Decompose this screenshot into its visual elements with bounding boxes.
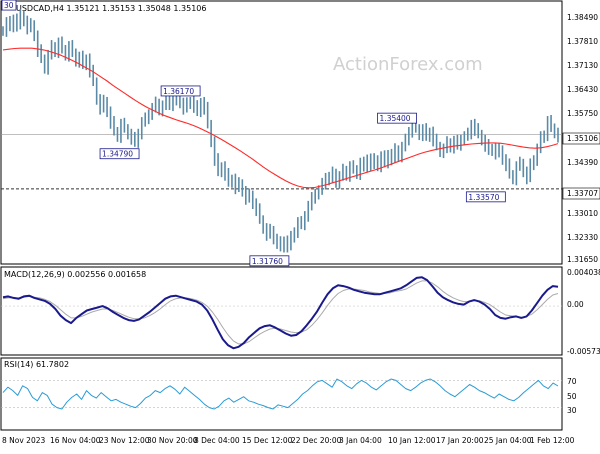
time-tick-label: 30 Nov 20:00 [147, 436, 198, 445]
price-tick-label: 1.37130 [567, 61, 598, 70]
macd-tick-label: -0.005737 [567, 347, 600, 356]
price-tick-label: 1.34390 [567, 158, 598, 167]
macd-y-axis: 0.004038 0.00 -0.005737 [567, 268, 600, 356]
watermark-text: ActionForex.com [333, 54, 483, 75]
annotation-label: 1.34790 [102, 150, 133, 159]
rsi-panel-label: RSI(14) 61.7802 [4, 360, 69, 369]
rsi-y-axis: 70 50 30 [567, 377, 577, 415]
time-tick-label: 3 Jan 04:00 [339, 436, 382, 445]
annotation-label: 1.36170 [163, 87, 194, 96]
forex-chart-window: ActionForex.com USDCAD,H4 1.35121 1.3515… [0, 0, 600, 450]
time-tick-label: 8 Nov 2023 [2, 436, 45, 445]
rsi-tick-label: 70 [567, 377, 577, 386]
time-tick-label: 10 Jan 12:00 [388, 436, 436, 445]
macd-panel-label: MACD(12,26,9) 0.002556 0.001658 [4, 270, 146, 279]
time-tick-label: 1 Feb 12:00 [530, 436, 575, 445]
time-tick-label: 22 Dec 20:00 [291, 436, 342, 445]
price-tick-label: 1.35750 [567, 109, 598, 118]
current-price-label: 1.35106 [567, 134, 598, 143]
support-price-label: 1.33707 [567, 189, 598, 198]
time-tick-label: 17 Jan 20:00 [436, 436, 484, 445]
time-tick-label: 16 Nov 04:00 [50, 436, 101, 445]
price-tick-label: 1.36430 [567, 85, 598, 94]
price-y-axis: 1.38490 1.37810 1.37130 1.36430 1.35750 … [562, 13, 600, 264]
annotation-label: 1.31760 [252, 257, 283, 266]
price-tick-label: 1.31650 [567, 255, 598, 264]
rsi-tick-label: 50 [567, 392, 577, 401]
macd-tick-label: 0.004038 [567, 268, 600, 277]
price-tick-label: 1.32330 [567, 233, 598, 242]
time-tick-label: 8 Dec 04:00 [194, 436, 240, 445]
annotation-label: 1.33570 [468, 193, 499, 202]
price-tick-label: 1.33010 [567, 209, 598, 218]
price-panel-title: USDCAD,H4 1.35121 1.35153 1.35048 1.3510… [16, 4, 206, 13]
rsi-tick-label: 30 [567, 406, 577, 415]
price-tick-label: 1.37810 [567, 37, 598, 46]
macd-tick-label: 0.00 [567, 300, 584, 309]
chart-canvas: ActionForex.com USDCAD,H4 1.35121 1.3515… [0, 0, 600, 445]
time-tick-label: 23 Nov 12:00 [99, 436, 150, 445]
annotation-label: 1.35400 [380, 114, 411, 123]
time-tick-label: 15 Dec 12:00 [242, 436, 293, 445]
price-tick-label: 1.38490 [567, 13, 598, 22]
time-tick-label: 25 Jan 04:00 [484, 436, 532, 445]
time-x-axis: 8 Nov 2023 16 Nov 04:00 23 Nov 12:00 30 … [2, 436, 575, 445]
annotation-label: 30 [4, 1, 14, 10]
